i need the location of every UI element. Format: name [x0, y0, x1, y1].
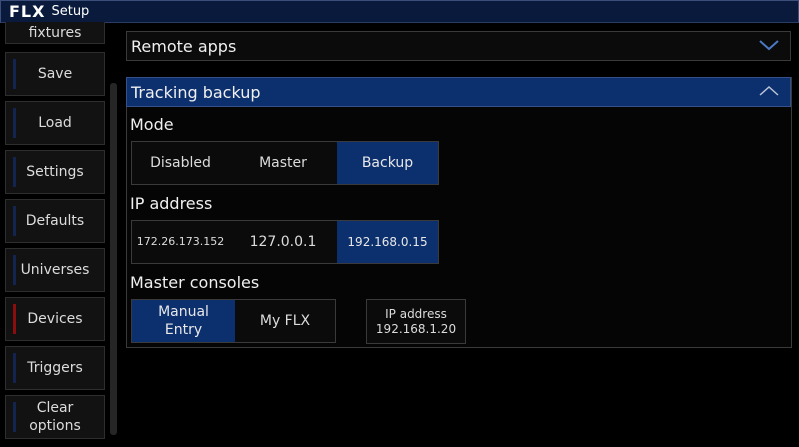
- sidebar-item-label: Defaults: [25, 213, 85, 229]
- master-option-my-flx[interactable]: My FLX: [235, 300, 335, 342]
- ip-option-1[interactable]: 172.26.173.152: [132, 221, 229, 263]
- sidebar-marker: [13, 157, 16, 187]
- mode-option-master[interactable]: Master: [229, 142, 337, 184]
- master-ip-label: IP address: [385, 306, 447, 321]
- sidebar-item-clear-options[interactable]: Clear options: [5, 395, 105, 439]
- sidebar-item-label: Settings: [26, 164, 84, 180]
- sidebar-marker: [13, 353, 16, 383]
- sidebar-item-load[interactable]: Load: [5, 101, 105, 145]
- sidebar-item-label: Triggers: [27, 360, 83, 376]
- tracking-backup-label: Tracking backup: [131, 82, 261, 102]
- remote-apps-header[interactable]: Remote apps: [126, 31, 791, 61]
- flx-logo: FLX: [9, 2, 46, 21]
- sidebar-marker: [13, 59, 16, 89]
- remote-apps-label: Remote apps: [131, 36, 237, 56]
- chevron-down-icon: [758, 37, 780, 56]
- master-ip-value: 192.168.1.20: [375, 321, 457, 336]
- master-ip-button[interactable]: IP address 192.168.1.20: [366, 299, 466, 344]
- sidebar-item-devices[interactable]: Devices: [5, 297, 105, 341]
- sidebar-item-label: fixtures: [28, 25, 82, 41]
- sidebar-item-label: Devices: [27, 311, 83, 327]
- sidebar-marker: [13, 108, 16, 138]
- sidebar-scrollbar[interactable]: [110, 83, 117, 435]
- mode-label: Mode: [130, 115, 174, 134]
- master-consoles-selector: Manual Entry My FLX: [131, 299, 336, 343]
- sidebar-item-universes[interactable]: Universes: [5, 248, 105, 292]
- chevron-up-icon: [758, 83, 780, 102]
- master-option-manual-entry[interactable]: Manual Entry: [132, 300, 235, 342]
- sidebar-marker: [13, 206, 16, 236]
- sidebar-item-triggers[interactable]: Triggers: [5, 346, 105, 390]
- window-title: Setup: [51, 4, 90, 19]
- sidebar-item-defaults[interactable]: Defaults: [5, 199, 105, 243]
- ip-option-2[interactable]: 127.0.0.1: [229, 221, 337, 263]
- active-marker: [13, 304, 16, 334]
- mode-option-backup[interactable]: Backup: [337, 142, 438, 184]
- ip-option-3[interactable]: 192.168.0.15: [337, 221, 438, 263]
- sidebar-item-label: Universes: [20, 262, 90, 278]
- sidebar-item-settings[interactable]: Settings: [5, 150, 105, 194]
- master-consoles-label: Master consoles: [130, 273, 260, 292]
- sidebar-marker: [13, 402, 16, 432]
- sidebar-item-fixtures[interactable]: fixtures: [5, 22, 105, 44]
- sidebar: fixtures Save Load Settings Defaults Uni…: [0, 22, 108, 447]
- tracking-backup-header[interactable]: Tracking backup: [126, 77, 791, 107]
- sidebar-marker: [13, 255, 16, 285]
- mode-option-disabled[interactable]: Disabled: [132, 142, 229, 184]
- ip-address-selector: 172.26.173.152 127.0.0.1 192.168.0.15: [131, 220, 439, 264]
- mode-selector: Disabled Master Backup: [131, 141, 439, 185]
- sidebar-item-label: Clear options: [29, 400, 81, 434]
- sidebar-item-label: Save: [37, 66, 73, 82]
- title-bar: FLX Setup: [0, 0, 799, 23]
- sidebar-item-label: Load: [38, 115, 72, 131]
- sidebar-item-save[interactable]: Save: [5, 52, 105, 96]
- ip-address-label: IP address: [130, 194, 213, 213]
